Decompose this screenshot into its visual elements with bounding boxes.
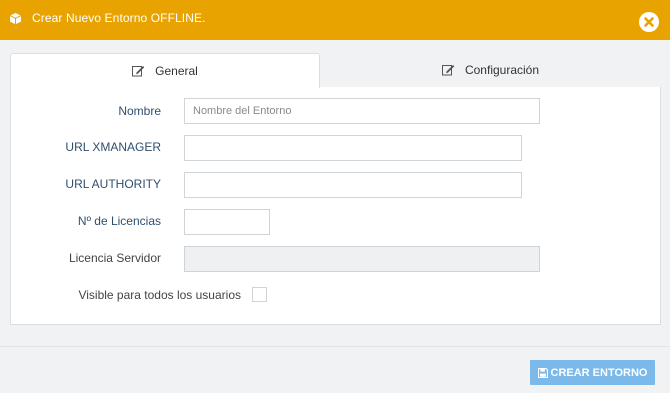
tab-general[interactable]: General [10, 53, 320, 88]
save-icon [537, 367, 548, 378]
crear-entorno-button[interactable]: CREAR ENTORNO [530, 360, 655, 385]
licencias-input[interactable] [184, 209, 270, 235]
licencia-servidor-input [184, 246, 540, 272]
edit-icon [441, 65, 455, 76]
url-authority-input[interactable] [184, 172, 522, 198]
visible-label: Visible para todos los usuarios [78, 288, 241, 302]
close-icon[interactable] [639, 12, 659, 32]
tab-general-label: General [155, 64, 198, 78]
tab-configuracion-label: Configuración [464, 63, 540, 77]
url-xmanager-label: URL XMANAGER [65, 140, 161, 154]
cube-icon [9, 12, 22, 25]
tab-bar: General Configuración [10, 53, 661, 88]
crear-entorno-label: CREAR ENTORNO [550, 366, 648, 379]
footer-divider [0, 346, 670, 347]
nombre-label: Nombre [118, 104, 161, 118]
licencias-label: Nº de Licencias [77, 214, 161, 228]
url-xmanager-input[interactable] [184, 135, 522, 161]
edit-icon [132, 66, 145, 77]
modal-title: Crear Nuevo Entorno OFFLINE. [32, 11, 206, 25]
modal-header: Crear Nuevo Entorno OFFLINE. [0, 0, 670, 40]
nombre-input[interactable] [184, 98, 540, 124]
visible-checkbox[interactable] [252, 287, 267, 302]
licencia-servidor-label: Licencia Servidor [68, 251, 161, 265]
url-authority-label: URL AUTHORITY [65, 177, 161, 191]
tab-configuracion[interactable]: Configuración [320, 53, 661, 87]
